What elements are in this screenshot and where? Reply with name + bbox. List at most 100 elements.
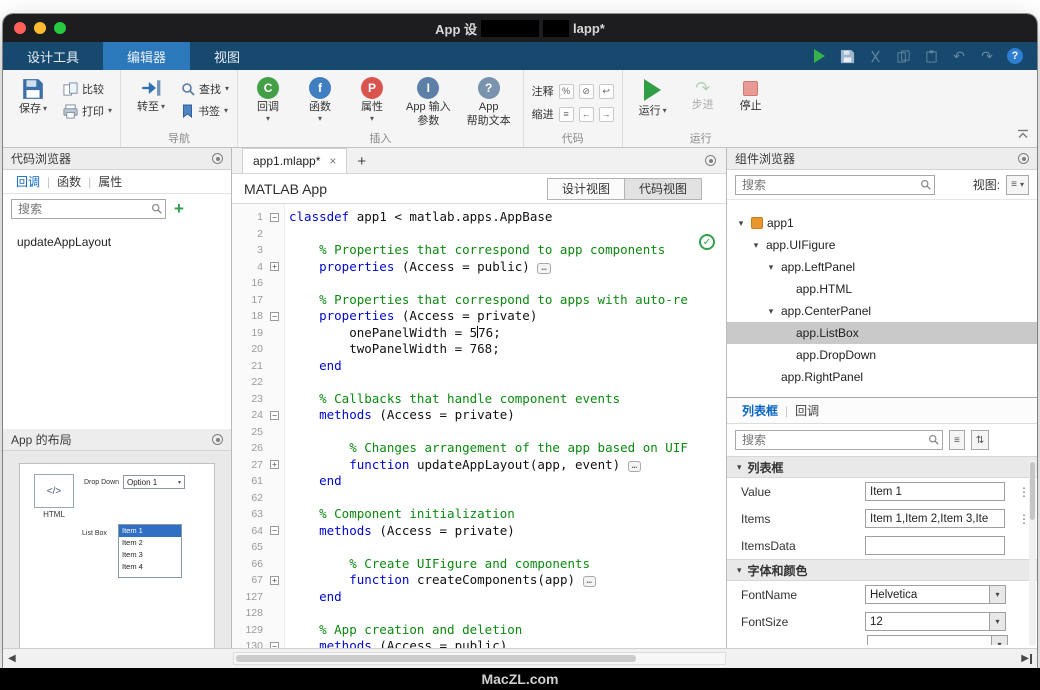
folded-code-ellipsis-icon[interactable]: …: [583, 576, 596, 587]
fontsize-input[interactable]: [865, 612, 989, 631]
code-line[interactable]: 27+ function updateAppLayout(app, event)…: [232, 457, 726, 474]
layout-thumbnail[interactable]: </> HTML Drop Down Option 1 ▾ List Box I…: [3, 451, 231, 648]
print-button[interactable]: 打印 ▾: [63, 103, 112, 119]
tree-item[interactable]: app.HTML: [727, 278, 1037, 300]
code-line[interactable]: 129 % App creation and deletion: [232, 622, 726, 639]
new-tab-button[interactable]: +: [357, 153, 366, 173]
qa-run-button[interactable]: [811, 48, 827, 64]
wrap-comment-button[interactable]: ↩: [599, 84, 614, 99]
qa-cut-button[interactable]: [867, 48, 883, 64]
tree-item[interactable]: ▾app.UIFigure: [727, 234, 1037, 256]
add-callback-button[interactable]: +: [174, 201, 184, 217]
code-line[interactable]: 1−classdef app1 < matlab.apps.AppBase: [232, 209, 726, 226]
qa-save-button[interactable]: [839, 48, 855, 64]
code-line[interactable]: 62: [232, 490, 726, 507]
code-line[interactable]: 2: [232, 226, 726, 243]
clipped-property-input[interactable]: [867, 635, 991, 645]
list-item[interactable]: updateAppLayout: [3, 232, 231, 252]
code-line[interactable]: 21 end: [232, 358, 726, 375]
minimize-window-button[interactable]: [34, 22, 46, 34]
ribbon-tab-view[interactable]: 视图: [190, 42, 264, 70]
code-analyzer-indicator[interactable]: ✓: [699, 234, 715, 250]
inspector-tab-callbacks[interactable]: 回调: [788, 402, 826, 419]
code-line[interactable]: 23 % Callbacks that handle component eve…: [232, 391, 726, 408]
component-search-input[interactable]: [735, 175, 935, 195]
code-line[interactable]: 16: [232, 275, 726, 292]
code-line[interactable]: 128: [232, 605, 726, 622]
comment-button[interactable]: %: [559, 84, 574, 99]
code-line[interactable]: 127 end: [232, 589, 726, 606]
scrollbar-thumb[interactable]: [1030, 462, 1035, 520]
scroll-right-button[interactable]: ▶: [1021, 653, 1032, 664]
panel-menu-icon[interactable]: [1018, 153, 1029, 164]
code-editor[interactable]: 1−classdef app1 < matlab.apps.AppBase23 …: [232, 204, 726, 648]
fold-toggle-icon[interactable]: −: [270, 411, 279, 420]
goto-button[interactable]: 转至▾: [129, 75, 173, 115]
tab-properties[interactable]: 属性: [91, 173, 129, 190]
compare-button[interactable]: 比较: [63, 81, 112, 97]
callback-search-input[interactable]: [11, 199, 166, 219]
fold-toggle-icon[interactable]: −: [270, 526, 279, 535]
value-input[interactable]: [865, 482, 1005, 501]
dropdown-caret-icon[interactable]: ▾: [989, 585, 1006, 604]
editor-horizontal-scrollbar[interactable]: [233, 652, 726, 665]
itemsdata-input[interactable]: [865, 536, 1005, 555]
qa-copy-button[interactable]: [895, 48, 911, 64]
code-line[interactable]: 64− methods (Access = private): [232, 523, 726, 540]
code-line[interactable]: 22: [232, 374, 726, 391]
insert-function-button[interactable]: f 函数 ▾: [298, 75, 342, 125]
smart-indent-button[interactable]: ≡: [559, 107, 574, 122]
save-button[interactable]: 保存▾: [11, 75, 55, 117]
tree-item[interactable]: ▾app1: [727, 212, 1037, 234]
fold-toggle-icon[interactable]: −: [270, 312, 279, 321]
chevron-down-icon[interactable]: ▾: [735, 218, 747, 229]
tab-functions[interactable]: 函数: [50, 173, 88, 190]
fontname-input[interactable]: [865, 585, 989, 604]
tab-callbacks[interactable]: 回调: [9, 173, 47, 190]
dropdown-caret-icon[interactable]: ▾: [989, 612, 1006, 631]
scrollbar-thumb[interactable]: [236, 655, 636, 662]
bookmark-button[interactable]: 书签 ▾: [181, 103, 229, 119]
items-input[interactable]: [865, 509, 1005, 528]
chevron-down-icon[interactable]: ▾: [765, 306, 777, 317]
qa-undo-button[interactable]: ↶: [951, 48, 967, 64]
step-button[interactable]: ↷ 步进: [683, 75, 723, 115]
chevron-down-icon[interactable]: ▾: [765, 262, 777, 273]
code-line[interactable]: 17 % Properties that correspond to apps …: [232, 292, 726, 309]
property-view-button[interactable]: ≡: [949, 430, 965, 450]
section-header[interactable]: ▾列表框: [727, 456, 1037, 478]
ribbon-tab-editor[interactable]: 编辑器: [103, 42, 190, 70]
uncomment-button[interactable]: ⊘: [579, 84, 594, 99]
code-line[interactable]: 18− properties (Access = private): [232, 308, 726, 325]
tree-item[interactable]: app.ListBox: [727, 322, 1037, 344]
code-line[interactable]: 67+ function createComponents(app) …: [232, 572, 726, 589]
code-line[interactable]: 66 % Create UIFigure and components: [232, 556, 726, 573]
panel-menu-icon[interactable]: [212, 153, 223, 164]
zoom-window-button[interactable]: [54, 22, 66, 34]
insert-callback-button[interactable]: C 回调 ▾: [246, 75, 290, 125]
insert-property-button[interactable]: P 属性 ▾: [350, 75, 394, 125]
property-sort-button[interactable]: ⇅: [971, 430, 989, 450]
qa-redo-button[interactable]: ↷: [979, 48, 995, 64]
scroll-left-button[interactable]: ◀: [8, 653, 16, 664]
collapse-ribbon-button[interactable]: [1017, 127, 1029, 145]
fold-toggle-icon[interactable]: +: [270, 460, 279, 469]
code-line[interactable]: 26 % Changes arrangement of the app base…: [232, 440, 726, 457]
tree-item[interactable]: app.RightPanel: [727, 366, 1037, 388]
qa-help-button[interactable]: ?: [1007, 48, 1023, 64]
tree-item[interactable]: app.DropDown: [727, 344, 1037, 366]
code-line[interactable]: 65: [232, 539, 726, 556]
indent-left-button[interactable]: ←: [579, 107, 594, 122]
qa-paste-button[interactable]: [923, 48, 939, 64]
ribbon-tab-design-tools[interactable]: 设计工具: [3, 42, 103, 70]
folded-code-ellipsis-icon[interactable]: …: [628, 461, 641, 472]
view-mode-dropdown[interactable]: ≡ ▾: [1006, 175, 1029, 195]
fold-toggle-icon[interactable]: +: [270, 576, 279, 585]
design-view-button[interactable]: 设计视图: [547, 178, 625, 200]
app-help-text-button[interactable]: ? App 帮助文本: [463, 75, 515, 129]
code-line[interactable]: 25: [232, 424, 726, 441]
code-line[interactable]: 3 % Properties that correspond to app co…: [232, 242, 726, 259]
folded-code-ellipsis-icon[interactable]: …: [537, 263, 550, 274]
stop-button[interactable]: 停止: [731, 75, 771, 116]
find-button[interactable]: 查找 ▾: [181, 81, 229, 97]
